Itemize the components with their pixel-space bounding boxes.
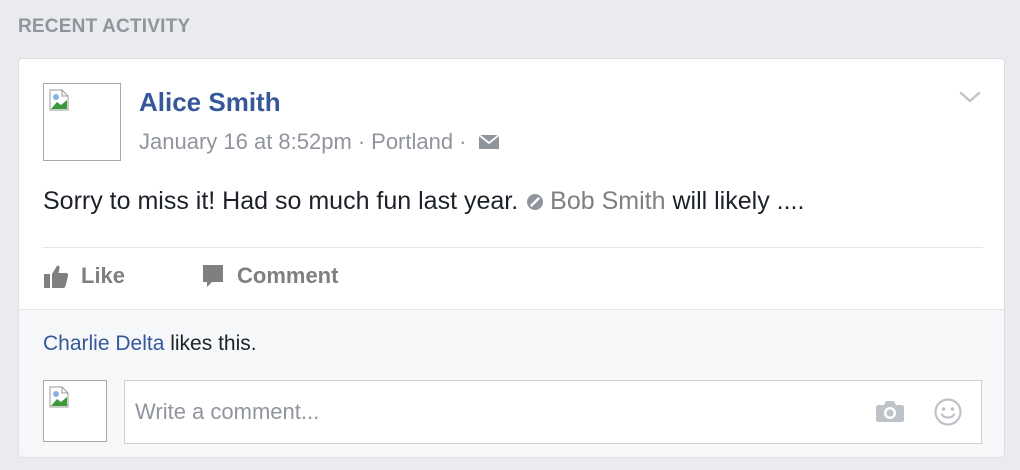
envelope-icon[interactable]	[478, 134, 500, 150]
broken-image-icon	[49, 386, 69, 408]
smiley-icon[interactable]	[933, 397, 963, 427]
comment-box	[124, 380, 982, 444]
likes-summary: Charlie Delta likes this.	[43, 332, 257, 356]
broken-image-icon	[49, 89, 69, 111]
tag-icon	[527, 193, 544, 210]
author-avatar[interactable]	[43, 83, 121, 161]
speech-bubble-icon	[203, 265, 223, 287]
comment-input[interactable]	[125, 381, 981, 443]
chevron-down-icon[interactable]	[958, 87, 982, 107]
camera-icon[interactable]	[875, 399, 905, 423]
likes-suffix: likes this.	[164, 332, 257, 355]
mention-link[interactable]: Bob Smith	[550, 187, 665, 216]
thumbs-up-icon	[44, 265, 69, 288]
divider	[43, 247, 983, 248]
post-text-body: Sorry to miss it! Had so much fun last y…	[43, 187, 519, 215]
liker-link[interactable]: Charlie Delta	[43, 332, 164, 355]
section-title: RECENT ACTIVITY	[18, 16, 191, 37]
post-footer: Charlie Delta likes this.	[19, 309, 1004, 457]
comment-button[interactable]: Comment	[201, 263, 338, 289]
like-label: Like	[81, 263, 126, 288]
post-meta: January 16 at 8:52pm · Portland ·	[139, 129, 500, 155]
commenter-avatar	[43, 380, 107, 442]
post-author-link[interactable]: Alice Smith	[139, 87, 281, 118]
post-text: Sorry to miss it! Had so much fun last y…	[43, 187, 804, 216]
meta-separator: ·	[357, 129, 366, 154]
comment-label: Comment	[237, 263, 339, 288]
post-timestamp[interactable]: January 16 at 8:52pm	[139, 129, 352, 155]
post-text-tail: will likely ....	[665, 187, 805, 215]
post-location[interactable]: Portland	[371, 129, 453, 155]
like-button[interactable]: Like	[43, 263, 125, 289]
activity-post-card: Alice Smith January 16 at 8:52pm · Portl…	[18, 58, 1005, 458]
meta-separator: ·	[459, 129, 467, 154]
